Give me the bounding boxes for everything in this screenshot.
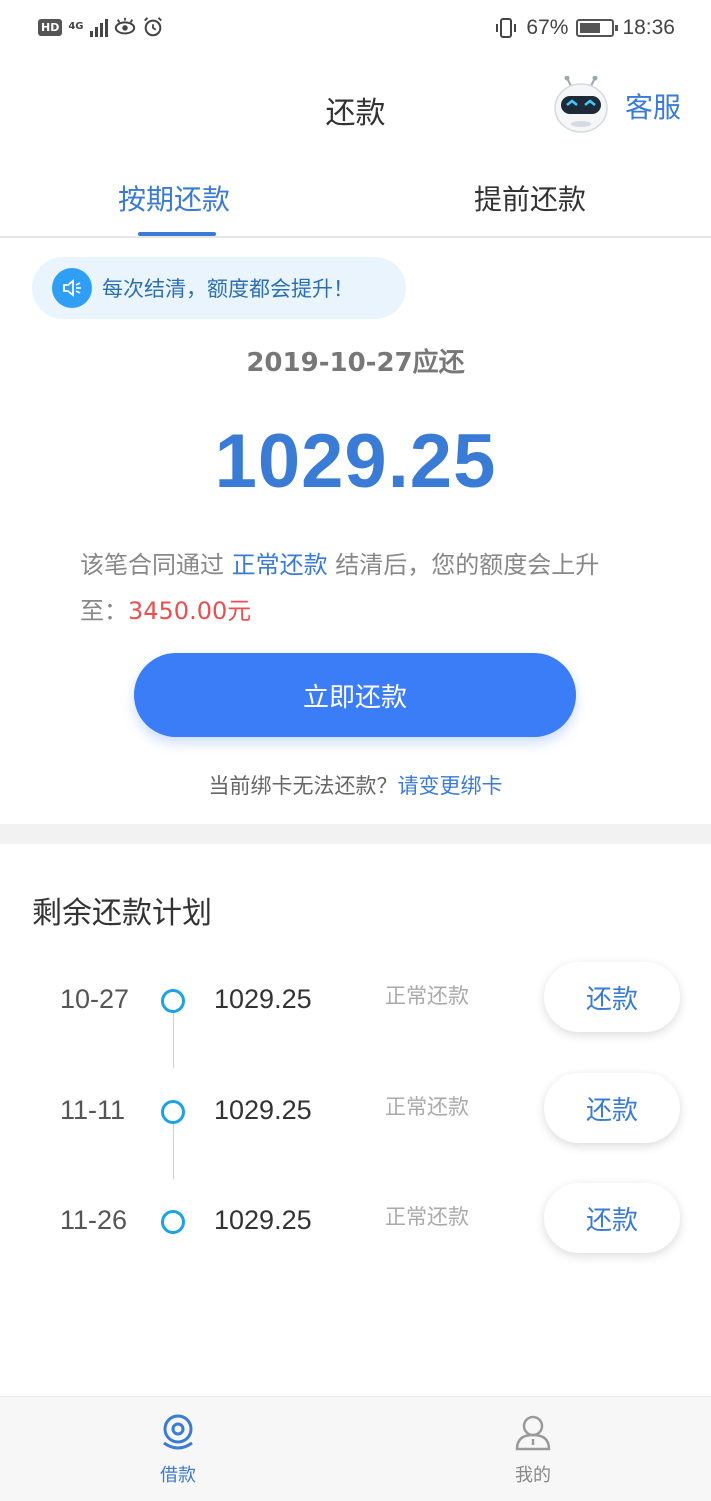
plan-row-repay-button[interactable]: 还款 bbox=[544, 1183, 680, 1253]
active-tab-indicator bbox=[138, 232, 216, 236]
app-header: 还款 客服 bbox=[0, 60, 711, 158]
plan-row-status: 正常还款 bbox=[385, 1205, 469, 1229]
change-card-link[interactable]: 请变更绑卡 bbox=[398, 774, 503, 798]
vibrate-icon bbox=[496, 18, 517, 38]
due-date-label: 2019-10-27应还 bbox=[246, 348, 465, 378]
description-text-1: 该笔合同通过 bbox=[80, 551, 232, 579]
hd-badge: HD bbox=[38, 18, 63, 36]
status-bar: HD 4G 67% 18:36 bbox=[0, 0, 711, 60]
tab-early-repayment[interactable]: 提前还款 bbox=[474, 178, 586, 218]
eye-icon bbox=[114, 17, 135, 35]
alarm-icon bbox=[143, 17, 162, 37]
normal-repayment-highlight: 正常还款 bbox=[231, 551, 328, 579]
user-icon bbox=[515, 1415, 551, 1451]
battery-percent: 67% bbox=[526, 16, 569, 39]
card-tip-text: 当前绑卡无法还款？ bbox=[208, 774, 398, 798]
repayment-description: 该笔合同通过 正常还款 结清后，您的额度会上升至：3450.00元 bbox=[80, 542, 640, 634]
repayment-tabs: 按期还款 提前还款 bbox=[0, 160, 711, 238]
speaker-icon bbox=[52, 268, 92, 308]
nav-label-borrow: 借款 bbox=[160, 1465, 196, 1486]
status-bar-left: HD 4G bbox=[38, 16, 164, 38]
plan-row-repay-button[interactable]: 还款 bbox=[544, 962, 680, 1032]
borrow-icon bbox=[163, 1414, 193, 1450]
network-type: 4G bbox=[68, 21, 84, 32]
plan-row-date: 10-27 bbox=[60, 984, 130, 1014]
plan-row-date: 11-26 bbox=[60, 1205, 128, 1235]
credit-limit-value: 3450.00元 bbox=[128, 597, 252, 625]
due-amount: 1029.25 bbox=[214, 419, 497, 504]
bottom-nav: 借款 我的 bbox=[0, 1396, 711, 1501]
card-tip: 当前绑卡无法还款？请变更绑卡 bbox=[0, 770, 711, 800]
plan-row-status: 正常还款 bbox=[385, 1095, 469, 1119]
nav-label-mine: 我的 bbox=[515, 1465, 551, 1486]
timeline-dot bbox=[161, 989, 185, 1013]
clock-time: 18:36 bbox=[622, 16, 675, 39]
section-divider bbox=[0, 824, 711, 844]
nav-item-mine[interactable]: 我的 bbox=[483, 1413, 583, 1487]
battery-level bbox=[580, 23, 601, 33]
nav-item-borrow[interactable]: 借款 bbox=[128, 1413, 228, 1487]
plan-row: 11-11 1029.25 正常还款 还款 bbox=[0, 1073, 711, 1163]
notice-banner: 每次结清，额度都会提升！ bbox=[32, 257, 406, 319]
plan-title: 剩余还款计划 bbox=[32, 896, 212, 931]
plan-row-date: 11-11 bbox=[60, 1095, 126, 1125]
customer-service-button[interactable]: 客服 bbox=[551, 76, 681, 136]
repay-now-button[interactable]: 立即还款 bbox=[134, 653, 576, 737]
timeline-dot bbox=[161, 1210, 185, 1234]
status-bar-right: 67% 18:36 bbox=[494, 16, 675, 40]
timeline-dot bbox=[161, 1100, 185, 1124]
tab-scheduled-repayment[interactable]: 按期还款 bbox=[118, 178, 230, 218]
plan-row-repay-button[interactable]: 还款 bbox=[544, 1073, 680, 1143]
customer-service-label: 客服 bbox=[624, 91, 681, 124]
plan-row-status: 正常还款 bbox=[385, 984, 469, 1008]
plan-row-amount: 1029.25 bbox=[214, 1205, 312, 1235]
plan-row-amount: 1029.25 bbox=[214, 1095, 312, 1125]
notice-text: 每次结清，额度都会提升！ bbox=[102, 277, 354, 301]
plan-row: 11-26 1029.25 正常还款 还款 bbox=[0, 1183, 711, 1273]
plan-row: 10-27 1029.25 正常还款 还款 bbox=[0, 962, 711, 1052]
battery-icon bbox=[576, 19, 619, 37]
robot-icon bbox=[554, 76, 608, 133]
signal-icon bbox=[89, 17, 108, 37]
plan-row-amount: 1029.25 bbox=[214, 984, 312, 1014]
